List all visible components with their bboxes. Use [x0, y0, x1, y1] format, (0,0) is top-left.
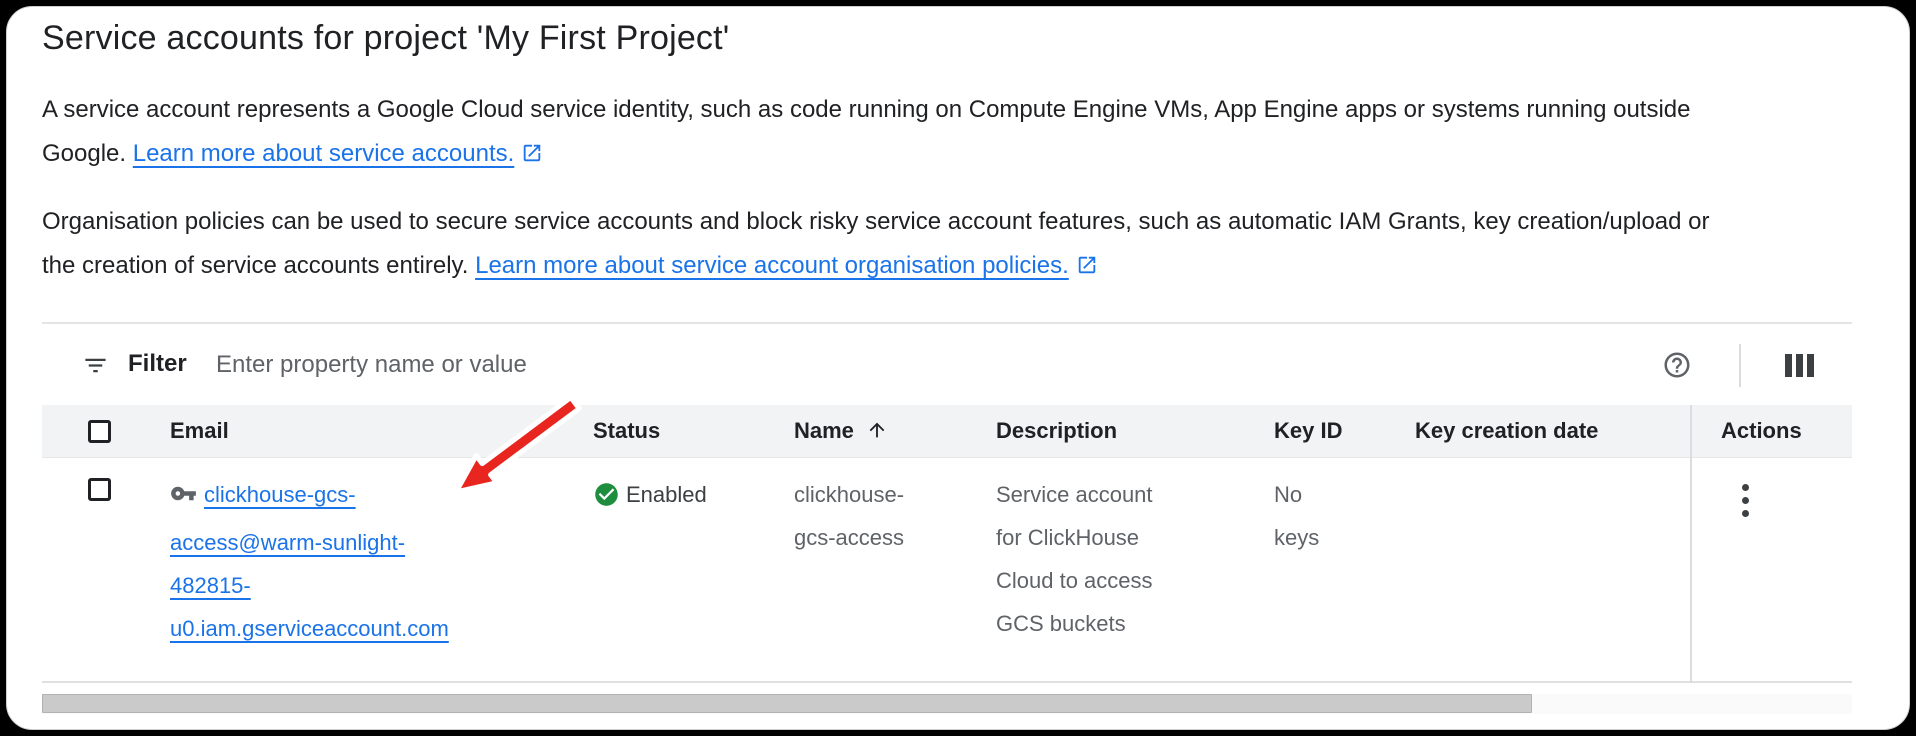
learn-more-org-policies-link[interactable]: Learn more about service account organis… [475, 252, 1069, 279]
scrollbar-thumb[interactable] [42, 694, 1532, 713]
sort-ascending-icon[interactable] [866, 408, 888, 460]
open-in-new-icon [521, 142, 543, 164]
column-header-actions: Actions [1721, 405, 1802, 457]
column-display-icon[interactable] [1785, 354, 1814, 377]
select-all-checkbox[interactable] [88, 420, 111, 443]
filter-toolbar: Filter [42, 322, 1852, 405]
column-header-name[interactable]: Name [794, 405, 888, 460]
intro-paragraph: A service account represents a Google Cl… [42, 88, 1732, 176]
table-header: Email Status Name Description Key ID Key… [42, 405, 1852, 458]
key-id-cell: No keys [1274, 473, 1384, 559]
page-title: Service accounts for project 'My First P… [42, 19, 729, 58]
column-header-key-creation-date[interactable]: Key creation date [1415, 405, 1598, 457]
more-vert-icon [1742, 497, 1749, 504]
filter-input[interactable] [216, 345, 1416, 385]
filter-icon[interactable] [82, 352, 109, 384]
column-header-key-id[interactable]: Key ID [1274, 405, 1342, 457]
row-actions-button[interactable] [1723, 478, 1767, 522]
enabled-check-icon [593, 481, 620, 508]
horizontal-scrollbar[interactable] [42, 694, 1852, 714]
column-header-description[interactable]: Description [996, 405, 1117, 457]
help-icon[interactable] [1662, 350, 1692, 380]
table-row: clickhouse-gcs- access@warm-sunlight- 48… [42, 458, 1852, 683]
column-header-name-label: Name [794, 418, 854, 443]
service-accounts-panel: Service accounts for project 'My First P… [6, 6, 1910, 730]
email-cell: clickhouse-gcs- access@warm-sunlight- 48… [170, 473, 490, 650]
column-header-status[interactable]: Status [593, 405, 660, 457]
description-cell: Service account for ClickHouse Cloud to … [996, 473, 1241, 645]
learn-more-service-accounts-link[interactable]: Learn more about service accounts. [133, 140, 515, 167]
open-in-new-icon [1076, 254, 1098, 276]
filter-label[interactable]: Filter [128, 350, 187, 378]
more-vert-icon [1742, 510, 1749, 517]
actions-column-divider [1690, 405, 1692, 683]
service-account-email-link[interactable]: clickhouse-gcs- access@warm-sunlight- 48… [170, 482, 449, 641]
column-header-email[interactable]: Email [170, 405, 229, 457]
row-checkbox[interactable] [88, 478, 111, 501]
service-account-key-icon [170, 478, 197, 521]
more-vert-icon [1742, 484, 1749, 491]
status-label: Enabled [626, 473, 707, 516]
toolbar-divider [1739, 344, 1741, 387]
name-cell: clickhouse- gcs-access [794, 473, 974, 559]
status-cell: Enabled [593, 473, 707, 516]
org-policy-paragraph: Organisation policies can be used to sec… [42, 200, 1732, 288]
